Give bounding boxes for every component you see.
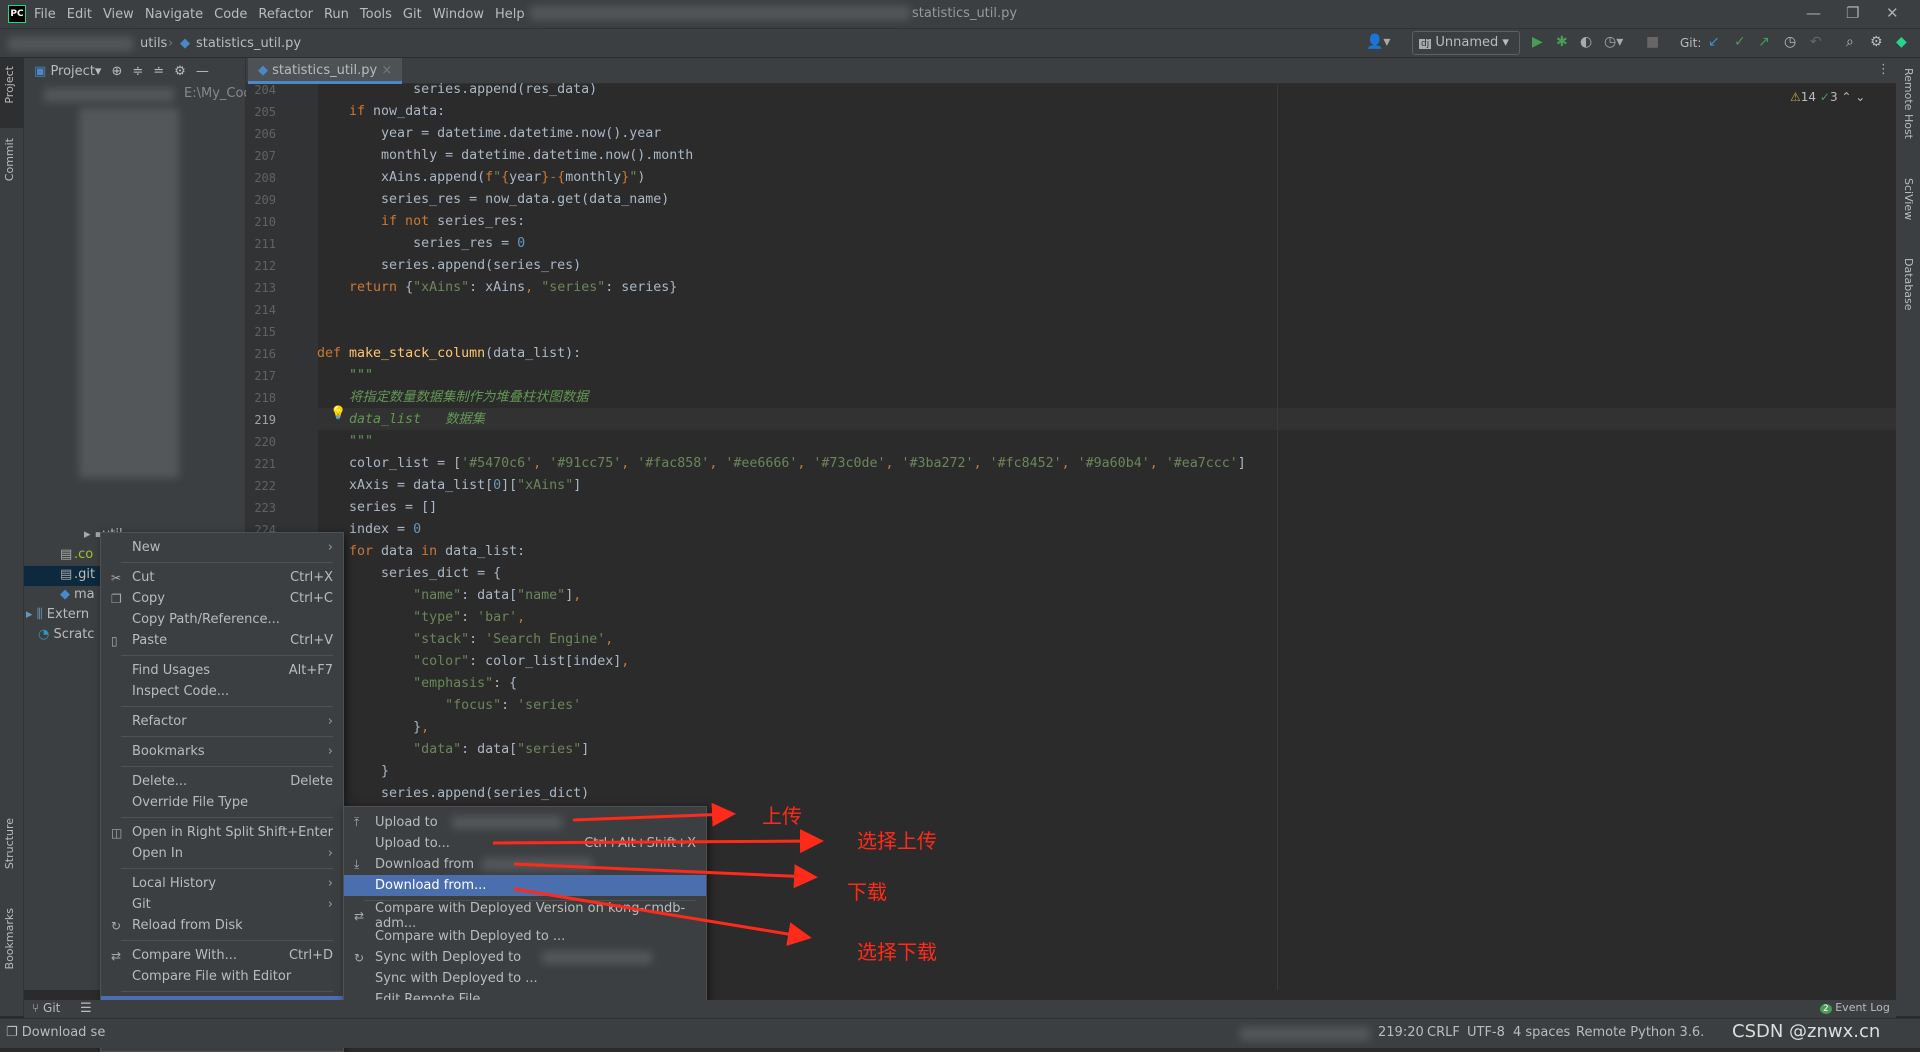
- arrow-select-upload: [492, 829, 824, 854]
- file-encoding[interactable]: UTF-8: [1467, 1025, 1505, 1040]
- status-bar: ❐ Download se 219:20 CRLF UTF-8 4 spaces…: [0, 1018, 1920, 1048]
- arrow-download: [513, 862, 818, 889]
- annotation-download: 下载: [847, 880, 887, 904]
- event-log-button[interactable]: 2 Event Log: [1820, 1001, 1890, 1014]
- watermark: CSDN @znwx.cn: [1732, 1021, 1881, 1042]
- blurred-status: [1240, 1027, 1370, 1041]
- todo-icon[interactable]: ☰: [80, 1001, 92, 1016]
- line-separator[interactable]: CRLF: [1427, 1025, 1460, 1040]
- status-message[interactable]: ❐ Download se: [6, 1025, 105, 1040]
- annotation-arrows: [492, 802, 824, 946]
- bottom-tool-strip: ⑂ Git ☰ 2 Event Log: [24, 1000, 1896, 1018]
- arrow-select-download: [513, 887, 812, 946]
- arrow-upload: [572, 802, 736, 827]
- annotation-select-upload: 选择上传: [857, 829, 937, 853]
- annotation-upload: 上传: [762, 804, 802, 828]
- caret-position[interactable]: 219:20: [1378, 1025, 1424, 1040]
- annotation-select-download: 选择下载: [857, 940, 937, 964]
- python-interpreter[interactable]: Remote Python 3.6.: [1576, 1025, 1704, 1040]
- indent-setting[interactable]: 4 spaces: [1513, 1025, 1570, 1040]
- tool-window-git[interactable]: ⑂ Git: [32, 1001, 60, 1015]
